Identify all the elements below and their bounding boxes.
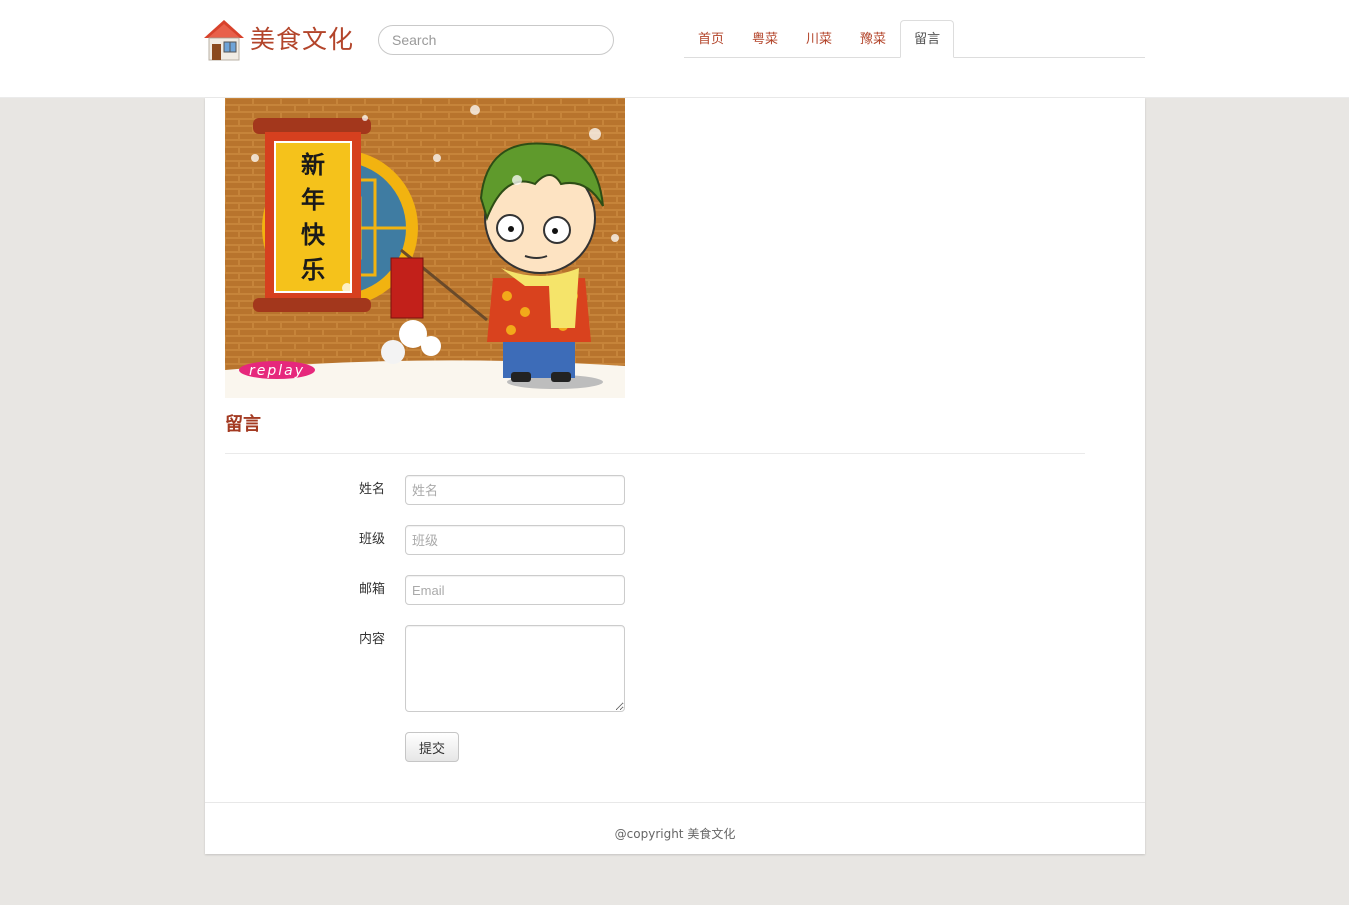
logo[interactable]: 美食文化 [204, 18, 354, 62]
content-label: 内容 [358, 632, 385, 647]
scroll-char-3: 快 [301, 220, 326, 249]
name-label: 姓名 [358, 482, 385, 497]
footer-divider [205, 802, 1145, 803]
scroll-char-1: 新 [301, 150, 325, 179]
scroll-char-4: 乐 [301, 255, 325, 284]
tab-guestbook[interactable]: 留言 [900, 20, 955, 58]
house-icon [204, 20, 244, 61]
site-title: 美食文化 [250, 25, 355, 54]
class-label: 班级 [358, 532, 385, 547]
section-divider [225, 453, 1085, 454]
main-card: 新 年 快 乐 replay 留言 姓名 姓名 班级 班级 邮箱 Email 内… [205, 98, 1145, 854]
tab-cantonese[interactable]: 粤菜 [738, 20, 792, 58]
replay-label[interactable]: replay [249, 363, 305, 379]
scroll-char-2: 年 [301, 185, 325, 214]
footer-copyright: @copyright 美食文化 [614, 827, 736, 841]
email-label: 邮箱 [358, 582, 385, 597]
nav-tabs: 首页 粤菜 川菜 豫菜 留言 [684, 20, 1145, 58]
tab-henan[interactable]: 豫菜 [846, 20, 900, 58]
new-year-banner: 新 年 快 乐 replay [225, 98, 625, 398]
header: 美食文化 首页 粤菜 川菜 豫菜 留言 [0, 0, 1349, 98]
class-field[interactable] [405, 525, 625, 555]
search-input[interactable] [378, 25, 614, 55]
new-year-illustration: 新 年 快 乐 replay [225, 98, 625, 398]
tab-home[interactable]: 首页 [684, 20, 738, 58]
tab-sichuan[interactable]: 川菜 [792, 20, 846, 58]
guestbook-title: 留言 [225, 414, 261, 435]
email-field[interactable] [405, 575, 625, 605]
name-field[interactable] [405, 475, 625, 505]
submit-button[interactable]: 提交 [405, 732, 459, 762]
content-textarea[interactable] [405, 625, 625, 712]
